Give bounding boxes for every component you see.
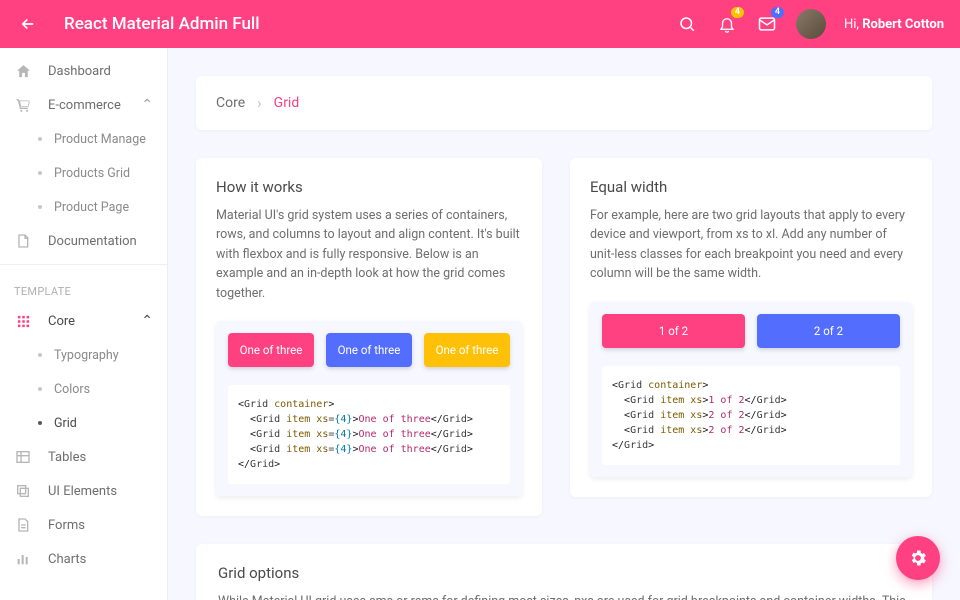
sidebar-item-label: Forms bbox=[48, 518, 153, 533]
greeting: Hi, Robert Cotton bbox=[844, 17, 944, 32]
document-icon bbox=[14, 232, 32, 250]
app-title: React Material Admin Full bbox=[64, 14, 676, 34]
chevron-right-icon: › bbox=[257, 94, 262, 112]
mail-badge: 4 bbox=[771, 7, 784, 18]
card-title: Grid options bbox=[218, 564, 910, 582]
grid-cell: 1 of 2 bbox=[602, 314, 745, 348]
chevron-up-icon: ⌃ bbox=[141, 97, 153, 113]
home-icon bbox=[14, 62, 32, 80]
sidebar-item-label: UI Elements bbox=[48, 484, 153, 499]
card-equal-width: Equal width For example, here are two gr… bbox=[570, 158, 932, 497]
sidebar-item-ui-elements[interactable]: UI Elements bbox=[0, 474, 167, 508]
sidebar-item-forms[interactable]: Forms bbox=[0, 508, 167, 542]
card-how-it-works: How it works Material UI's grid system u… bbox=[196, 158, 542, 516]
layers-icon bbox=[14, 482, 32, 500]
arrow-left-icon bbox=[19, 15, 37, 33]
sidebar-item-ecommerce[interactable]: E-commerce ⌃ bbox=[0, 88, 167, 122]
sidebar-item-tables[interactable]: Tables bbox=[0, 440, 167, 474]
sidebar-item-label: Dashboard bbox=[48, 64, 153, 79]
settings-fab[interactable] bbox=[896, 536, 940, 580]
demo-grid-row: 1 of 2 2 of 2 bbox=[602, 314, 900, 348]
gear-icon bbox=[908, 548, 928, 568]
grid-cell: One of three bbox=[228, 333, 314, 367]
sidebar-sub-label: Typography bbox=[54, 348, 119, 363]
sidebar-item-core[interactable]: Core ⌃ bbox=[0, 304, 167, 338]
grid-cell: One of three bbox=[424, 333, 510, 367]
sidebar-item-documentation[interactable]: Documentation bbox=[0, 224, 167, 258]
dot-icon bbox=[38, 171, 42, 175]
app-header: React Material Admin Full 4 4 Hi, Robert… bbox=[0, 0, 960, 48]
dot-icon bbox=[38, 353, 42, 357]
main-content[interactable]: Core › Grid How it works Material UI's g… bbox=[168, 48, 960, 600]
sidebar: Dashboard E-commerce ⌃ Product Manage Pr… bbox=[0, 48, 168, 600]
card-body: While Material UI grid uses ems or rems … bbox=[218, 592, 910, 600]
demo-box: 1 of 2 2 of 2 <Grid container> <Grid ite… bbox=[590, 302, 912, 477]
dot-icon bbox=[38, 205, 42, 209]
notifications-badge: 4 bbox=[731, 7, 744, 18]
demo-box: One of three One of three One of three <… bbox=[216, 321, 522, 496]
code-block: <Grid container> <Grid item xs={4}>One o… bbox=[228, 385, 510, 484]
grid-cell: 2 of 2 bbox=[757, 314, 900, 348]
header-actions: 4 4 Hi, Robert Cotton bbox=[676, 9, 944, 39]
breadcrumb-current: Grid bbox=[274, 95, 300, 111]
sidebar-sub-label: Product Page bbox=[54, 200, 129, 215]
sidebar-sub-label: Grid bbox=[54, 416, 77, 431]
card-body: Material UI's grid system uses a series … bbox=[216, 206, 522, 303]
back-button[interactable] bbox=[16, 12, 40, 36]
sidebar-sub-label: Product Manage bbox=[54, 132, 146, 147]
sidebar-sub-product-manage[interactable]: Product Manage bbox=[0, 122, 167, 156]
notifications-button[interactable]: 4 bbox=[716, 13, 738, 35]
avatar[interactable] bbox=[796, 9, 826, 39]
sidebar-sub-colors[interactable]: Colors bbox=[0, 372, 167, 406]
sidebar-item-label: Charts bbox=[48, 552, 153, 567]
grid-icon bbox=[14, 312, 32, 330]
chart-icon bbox=[14, 550, 32, 568]
sidebar-item-label: Core bbox=[48, 314, 125, 329]
search-icon bbox=[678, 15, 696, 33]
code-block: <Grid container> <Grid item xs>1 of 2</G… bbox=[602, 366, 900, 465]
sidebar-item-label: Tables bbox=[48, 450, 153, 465]
sidebar-item-charts[interactable]: Charts bbox=[0, 542, 167, 576]
sidebar-sub-grid[interactable]: Grid bbox=[0, 406, 167, 440]
sidebar-sub-products-grid[interactable]: Products Grid bbox=[0, 156, 167, 190]
sidebar-sub-label: Colors bbox=[54, 382, 90, 397]
card-title: Equal width bbox=[590, 178, 912, 196]
bell-icon bbox=[718, 15, 736, 33]
card-title: How it works bbox=[216, 178, 522, 196]
dot-icon bbox=[38, 137, 42, 141]
breadcrumb: Core › Grid bbox=[196, 76, 932, 130]
card-body: For example, here are two grid layouts t… bbox=[590, 206, 912, 284]
breadcrumb-root[interactable]: Core bbox=[216, 95, 245, 111]
divider bbox=[0, 264, 167, 265]
sidebar-sub-typography[interactable]: Typography bbox=[0, 338, 167, 372]
grid-cell: One of three bbox=[326, 333, 412, 367]
sidebar-item-label: E-commerce bbox=[48, 98, 125, 113]
card-grid-options: Grid options While Material UI grid uses… bbox=[196, 544, 932, 600]
form-icon bbox=[14, 516, 32, 534]
chevron-up-icon: ⌃ bbox=[141, 313, 153, 329]
search-button[interactable] bbox=[676, 13, 698, 35]
sidebar-section-template: TEMPLATE bbox=[0, 271, 167, 304]
cart-icon bbox=[14, 96, 32, 114]
mail-button[interactable]: 4 bbox=[756, 13, 778, 35]
sidebar-sub-product-page[interactable]: Product Page bbox=[0, 190, 167, 224]
dot-icon bbox=[38, 421, 42, 425]
demo-grid-row: One of three One of three One of three bbox=[228, 333, 510, 367]
sidebar-item-dashboard[interactable]: Dashboard bbox=[0, 54, 167, 88]
table-icon bbox=[14, 448, 32, 466]
sidebar-item-label: Documentation bbox=[48, 234, 153, 249]
sidebar-sub-label: Products Grid bbox=[54, 166, 130, 181]
dot-icon bbox=[38, 387, 42, 391]
